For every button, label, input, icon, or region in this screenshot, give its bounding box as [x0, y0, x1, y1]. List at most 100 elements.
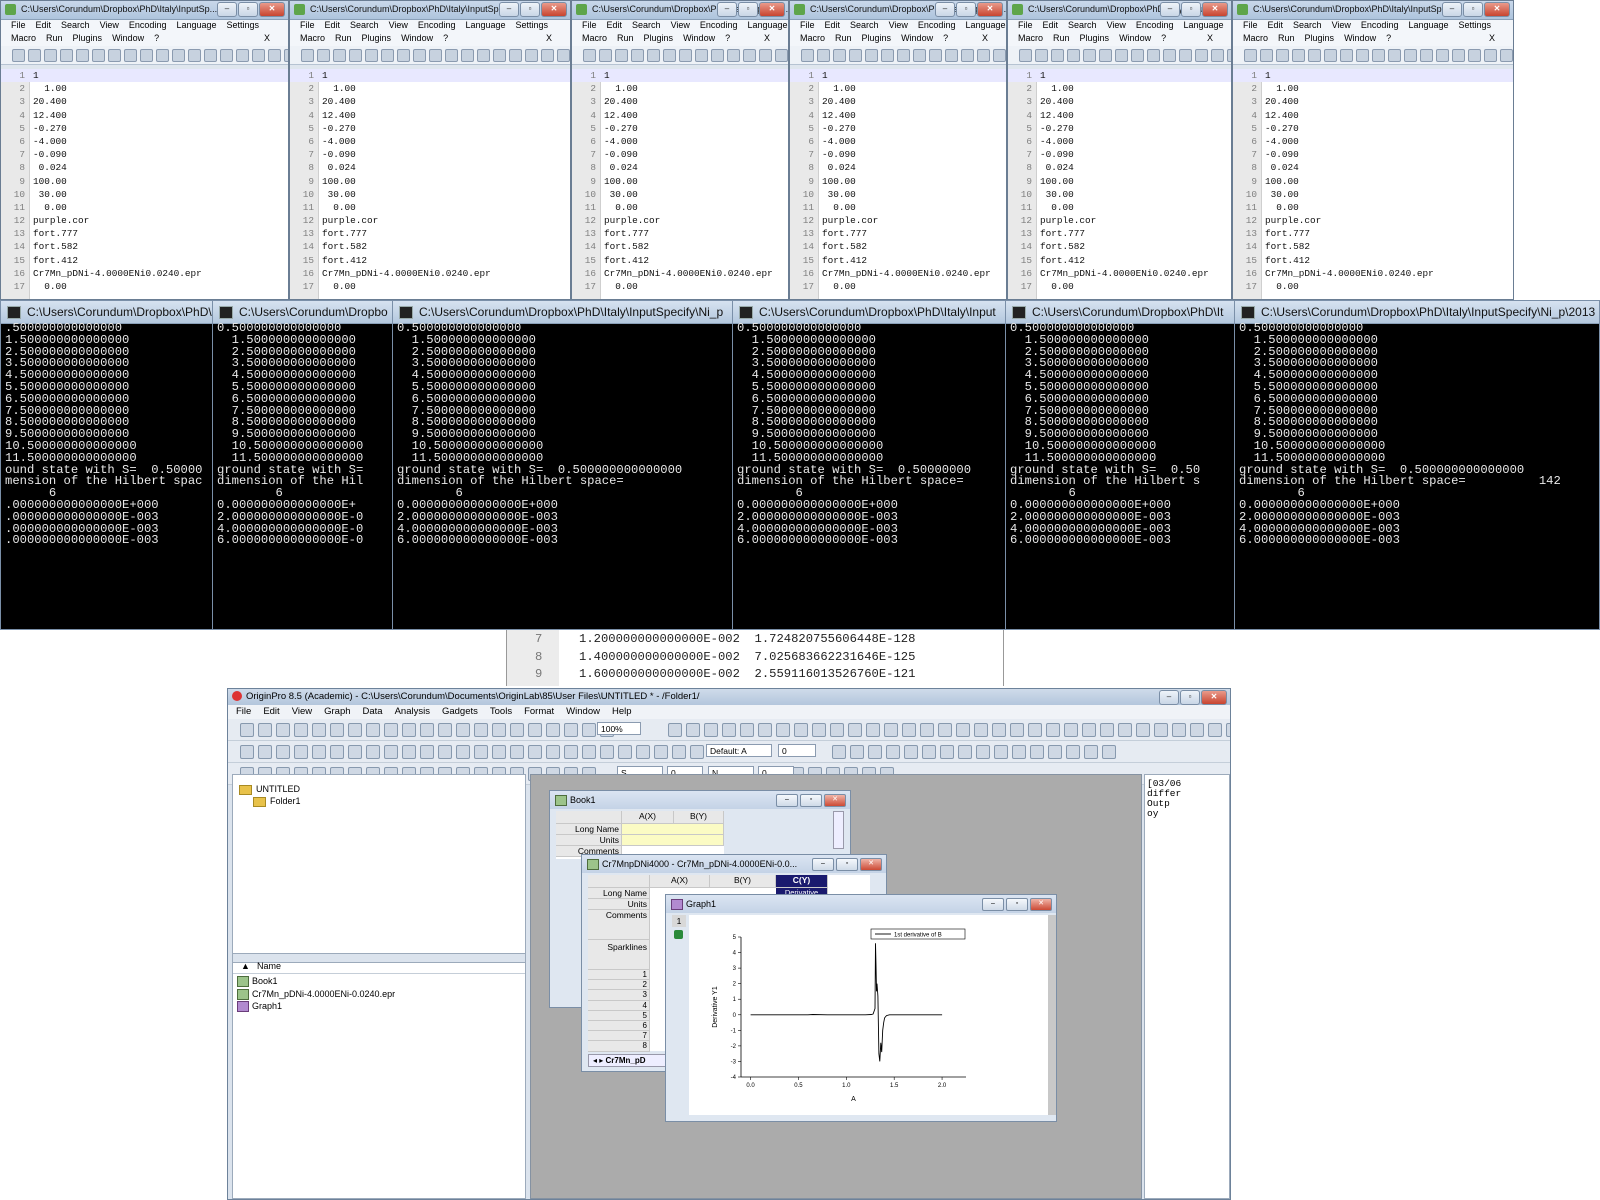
- maximize-button[interactable]: ▫: [1180, 690, 1200, 705]
- close-doc-icon[interactable]: X: [1489, 33, 1495, 43]
- menu-item[interactable]: File: [1243, 20, 1258, 30]
- editor-line[interactable]: 3 20.400: [1, 95, 288, 108]
- toolbar-icon[interactable]: [1452, 49, 1465, 62]
- menu-item[interactable]: Graph: [324, 706, 350, 717]
- toolbar-icon[interactable]: [704, 723, 718, 737]
- menu-item[interactable]: Edit: [1043, 20, 1059, 30]
- toolbar-icon[interactable]: [1147, 49, 1160, 62]
- toolbar-icon[interactable]: [1190, 723, 1204, 737]
- close-doc-icon[interactable]: X: [982, 33, 988, 43]
- toolbar-icon[interactable]: [938, 723, 952, 737]
- toolbar-icon[interactable]: [397, 49, 410, 62]
- editor-line[interactable]: 5 -0.270: [790, 122, 1006, 135]
- toolbar-icon[interactable]: [1046, 723, 1060, 737]
- menu-item[interactable]: Macro: [800, 33, 825, 43]
- toolbar-icon[interactable]: [541, 49, 554, 62]
- toolbar-icon[interactable]: [636, 745, 650, 759]
- minimize-button[interactable]: –: [1442, 2, 1462, 17]
- editor-line[interactable]: 16 Cr7Mn_pDNi-4.0000ENi0.0240.epr: [1233, 267, 1513, 280]
- toolbar-icon[interactable]: [258, 723, 272, 737]
- toolbar-icon[interactable]: [492, 745, 506, 759]
- toolbar-icon[interactable]: [156, 49, 169, 62]
- editor-line[interactable]: 17 0.00: [1233, 280, 1513, 293]
- close-button[interactable]: ✕: [541, 2, 567, 17]
- menu-item[interactable]: ?: [725, 33, 730, 43]
- toolbar-icon[interactable]: [1276, 49, 1289, 62]
- toolbar-icon[interactable]: [1082, 723, 1096, 737]
- menu-item[interactable]: Language: [965, 20, 1005, 30]
- console-titlebar[interactable]: C:\Users\Corundum\Dropbo: [213, 301, 394, 324]
- menu-item[interactable]: Run: [1053, 33, 1070, 43]
- editor-area[interactable]: 112 1.00 3 20.400 4 12.400 5 -0.270 6 -4.000 7 -0.…: [1008, 69, 1231, 299]
- toolbar-icon[interactable]: [902, 723, 916, 737]
- menu-item[interactable]: Macro: [1018, 33, 1043, 43]
- menu-item[interactable]: Run: [835, 33, 852, 43]
- toolbar-icon[interactable]: [493, 49, 506, 62]
- menu-item[interactable]: Encoding: [918, 20, 956, 30]
- toolbar-icon[interactable]: [268, 49, 281, 62]
- editor-line[interactable]: 10 30.00: [1233, 188, 1513, 201]
- menu-item[interactable]: Data: [363, 706, 383, 717]
- close-button[interactable]: ✕: [1201, 690, 1227, 705]
- editor-line[interactable]: 7 -0.090: [290, 148, 570, 161]
- menu-item[interactable]: Plugins: [1305, 33, 1335, 43]
- lock-icon[interactable]: [674, 930, 683, 939]
- editor-line[interactable]: 7 -0.090: [572, 148, 788, 161]
- toolbar-icon[interactable]: [1118, 723, 1132, 737]
- menu-item[interactable]: Help: [612, 706, 632, 717]
- menu-item[interactable]: Encoding: [1361, 20, 1399, 30]
- editor-line[interactable]: 5 -0.270: [572, 122, 788, 135]
- menu-item[interactable]: Settings: [227, 20, 260, 30]
- toolbar-icon[interactable]: [76, 49, 89, 62]
- toolbar-icon[interactable]: [188, 49, 201, 62]
- toolbar-icon[interactable]: [833, 49, 846, 62]
- toolbar-icon[interactable]: [1227, 49, 1231, 62]
- toolbar-icon[interactable]: [727, 49, 740, 62]
- layer-tab[interactable]: 1: [672, 915, 686, 927]
- list-item[interactable]: Book1: [237, 975, 395, 988]
- menu-item[interactable]: Search: [61, 20, 90, 30]
- menu-item[interactable]: Language: [747, 20, 787, 30]
- toolbar-icon[interactable]: [817, 49, 830, 62]
- editor-line[interactable]: 5 -0.270: [1008, 122, 1231, 135]
- editor-line[interactable]: 16 Cr7Mn_pDNi-4.0000ENi0.0240.epr: [290, 267, 570, 280]
- toolbar-icon[interactable]: [349, 49, 362, 62]
- menu-item[interactable]: ?: [1386, 33, 1391, 43]
- toolbar-icon[interactable]: [348, 745, 362, 759]
- toolbar-icon[interactable]: [672, 745, 686, 759]
- console-titlebar[interactable]: C:\Users\Corundum\Dropbox\PhD\Italy\Inpu…: [733, 301, 1007, 324]
- editor-line[interactable]: 13 fort.777: [1008, 227, 1231, 240]
- toolbar-icon[interactable]: [557, 49, 570, 62]
- toolbar-icon[interactable]: [1066, 745, 1080, 759]
- toolbar-icon[interactable]: [1388, 49, 1401, 62]
- editor-line[interactable]: 14 fort.582: [790, 240, 1006, 253]
- toolbar-icon[interactable]: [1064, 723, 1078, 737]
- toolbar-icon[interactable]: [1420, 49, 1433, 62]
- toolbar-icon[interactable]: [461, 49, 474, 62]
- menu-item[interactable]: Window: [683, 33, 715, 43]
- editor-line[interactable]: 9 100.00: [572, 175, 788, 188]
- menu-item[interactable]: Search: [1293, 20, 1322, 30]
- toolbar-icon[interactable]: [240, 723, 254, 737]
- toolbar-icon[interactable]: [654, 745, 668, 759]
- editor-line[interactable]: 9 100.00: [790, 175, 1006, 188]
- toolbar-icon[interactable]: [668, 723, 682, 737]
- toolbar-icon[interactable]: [474, 723, 488, 737]
- toolbar-icon[interactable]: [832, 745, 846, 759]
- editor-line[interactable]: 3 20.400: [790, 95, 1006, 108]
- editor-line[interactable]: 5 -0.270: [1, 122, 288, 135]
- toolbar-icon[interactable]: [1012, 745, 1026, 759]
- toolbar-icon[interactable]: [866, 723, 880, 737]
- editor-line[interactable]: 13 fort.777: [1233, 227, 1513, 240]
- toolbar-icon[interactable]: [1211, 49, 1224, 62]
- font-size-select[interactable]: 0: [778, 744, 816, 757]
- editor-line[interactable]: 11: [790, 69, 1006, 83]
- editor-line[interactable]: 14 fort.582: [1, 240, 288, 253]
- editor-line[interactable]: 11 0.00: [1008, 201, 1231, 214]
- toolbar-icon[interactable]: [252, 49, 265, 62]
- toolbar-icon[interactable]: [258, 745, 272, 759]
- editor-line[interactable]: 17 0.00: [572, 280, 788, 293]
- menu-item[interactable]: View: [292, 706, 312, 717]
- menu-item[interactable]: File: [800, 20, 815, 30]
- toolbar-icon[interactable]: [1051, 49, 1064, 62]
